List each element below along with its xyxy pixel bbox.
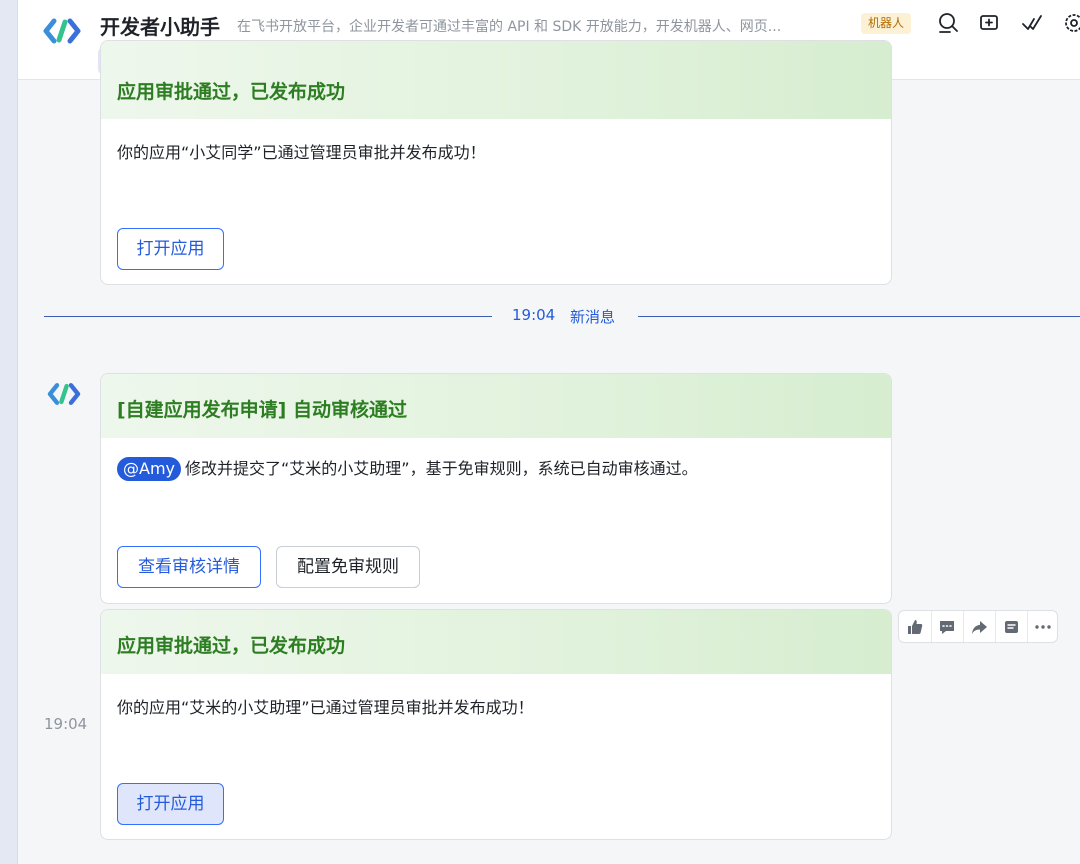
bot-tag: 机器人 (861, 13, 912, 34)
card-text: 你的应用“艾米的小艾助理”已通过管理员审批并发布成功！ (117, 698, 534, 717)
message-time: 19:04 (44, 715, 88, 733)
card-header: 应用审批通过，已发布成功 (101, 610, 891, 674)
message-card: 应用审批通过，已发布成功 你的应用“小艾同学”已通过管理员审批并发布成功！ 打开… (100, 40, 892, 285)
chat-description[interactable]: 在飞书开放平台，企业开发者可通过丰富的 API 和 SDK 开放能力，开发机器人… (237, 16, 849, 36)
add-to-group-icon[interactable] (978, 11, 1002, 35)
toolbar-separator (995, 611, 996, 642)
divider-line-right (638, 316, 1080, 317)
divider-line-left (44, 316, 492, 317)
card-text-row: @Amy 修改并提交了“艾米的小艾助理”，基于免审规则，系统已自动审核通过。 (117, 455, 698, 481)
card-title: 应用审批通过，已发布成功 (117, 635, 346, 657)
chat-title: 开发者小助手 (100, 15, 220, 39)
card-title: 应用审批通过，已发布成功 (117, 81, 346, 103)
thumbs-up-icon[interactable] (904, 616, 926, 638)
side-strip (0, 0, 18, 864)
toolbar-separator (931, 611, 932, 642)
check-all-icon[interactable] (1020, 11, 1044, 35)
card-text: 修改并提交了“艾米的小艾助理”，基于免审规则，系统已自动审核通过。 (185, 459, 698, 478)
bot-logo-icon (43, 18, 81, 44)
card-header: 应用审批通过，已发布成功 (101, 41, 891, 119)
divider-time: 19:04 (512, 306, 556, 324)
card-header: [自建应用发布申请] 自动审核通过 (101, 374, 891, 438)
card-title: [自建应用发布申请] 自动审核通过 (117, 399, 407, 421)
divider-label: 新消息 (570, 308, 616, 326)
toolbar-separator (1027, 611, 1028, 642)
bot-avatar-icon[interactable] (46, 380, 82, 408)
mention-tag[interactable]: @Amy (117, 457, 181, 481)
settings-gear-icon[interactable] (1062, 11, 1080, 35)
message-action-toolbar (898, 610, 1058, 643)
card-text: 你的应用“小艾同学”已通过管理员审批并发布成功！ (117, 143, 486, 162)
open-app-button[interactable]: 打开应用 (117, 228, 224, 270)
view-review-details-button[interactable]: 查看审核详情 (117, 546, 261, 588)
message-card: 应用审批通过，已发布成功 你的应用“艾米的小艾助理”已通过管理员审批并发布成功！… (100, 609, 892, 840)
comment-icon[interactable] (936, 616, 958, 638)
message-card: [自建应用发布申请] 自动审核通过 @Amy 修改并提交了“艾米的小艾助理”，基于… (100, 373, 892, 604)
bookmark-icon[interactable] (1000, 616, 1022, 638)
search-icon[interactable] (936, 11, 960, 35)
toolbar-separator (963, 611, 964, 642)
more-icon[interactable] (1032, 616, 1054, 638)
forward-icon[interactable] (968, 616, 990, 638)
configure-exemption-rules-button[interactable]: 配置免审规则 (276, 546, 420, 588)
open-app-button[interactable]: 打开应用 (117, 783, 224, 825)
